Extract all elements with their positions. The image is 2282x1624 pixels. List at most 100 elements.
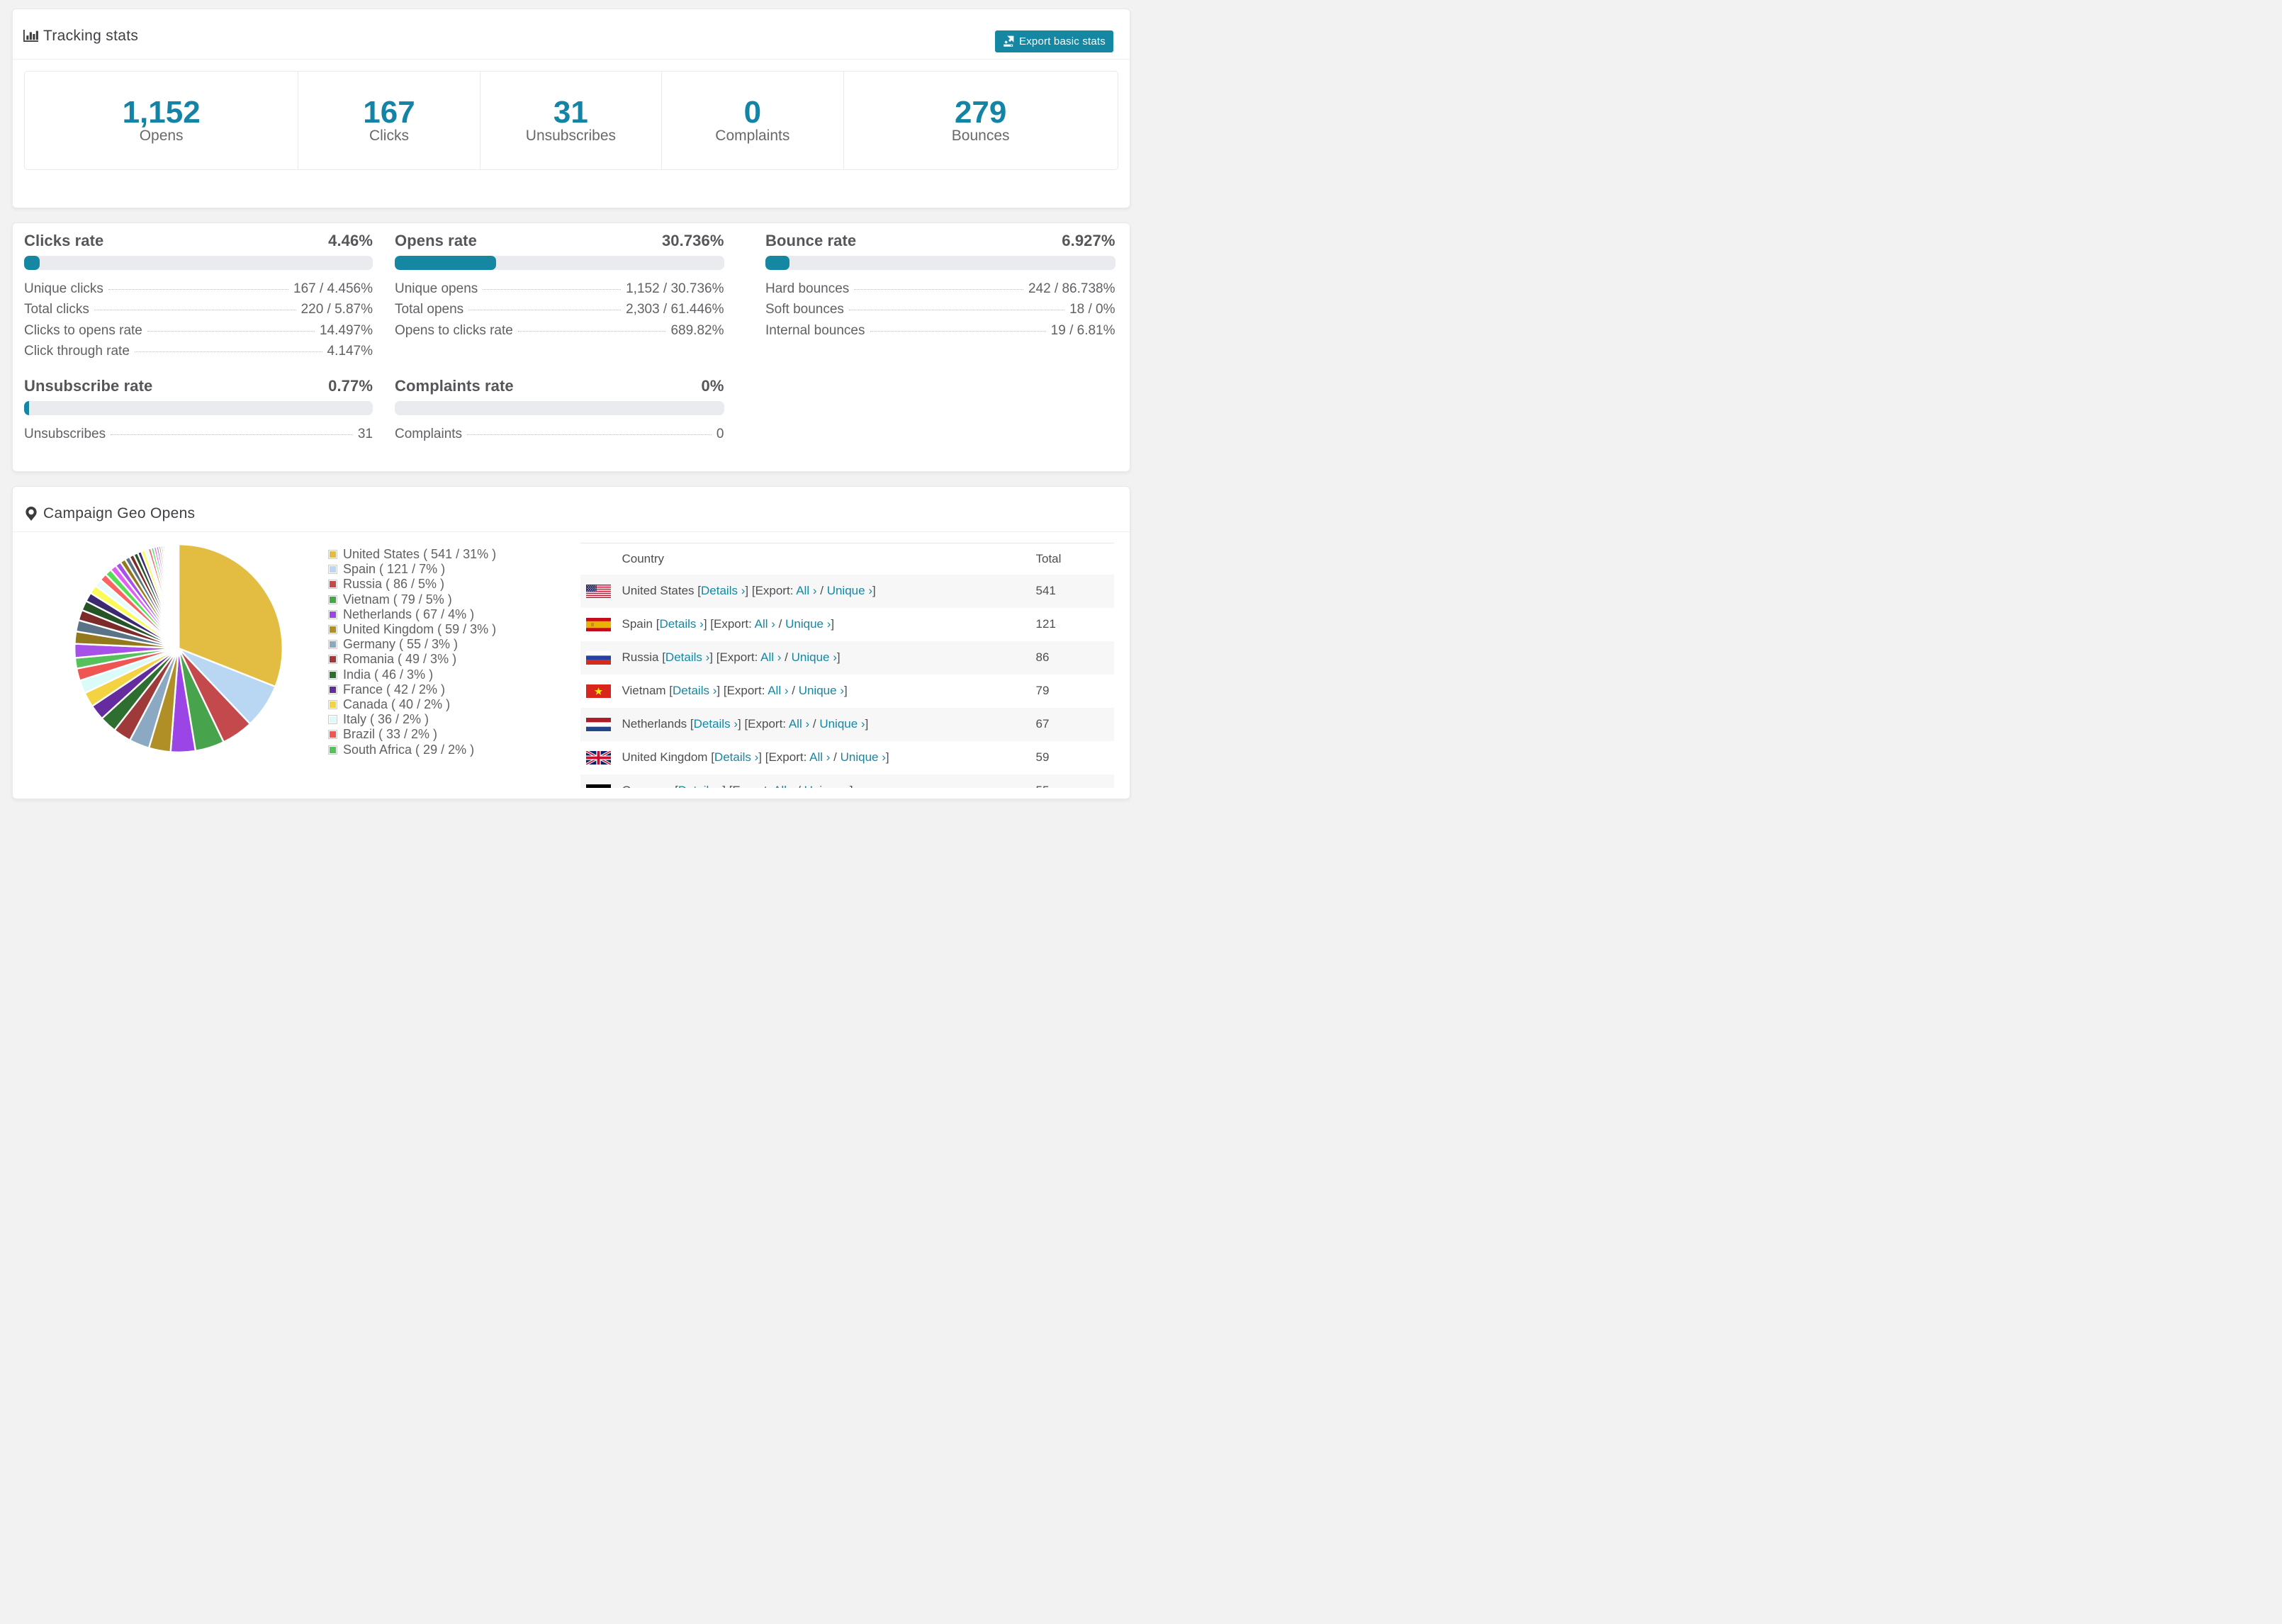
chevron-right-icon: ›: [734, 717, 738, 731]
divider: [13, 59, 1130, 60]
details-link[interactable]: Details ›: [714, 750, 758, 764]
chevron-right-icon: ›: [826, 750, 831, 764]
details-link[interactable]: Details ›: [701, 584, 745, 597]
geo-opens-header: Campaign Geo Opens: [13, 487, 1130, 531]
stat-value: 0: [743, 94, 762, 130]
rate-row-value: 242 / 86.738%: [1028, 281, 1115, 296]
export-all-link[interactable]: All ›: [768, 684, 788, 697]
legend-swatch: [328, 580, 337, 590]
details-link[interactable]: Details ›: [673, 684, 716, 697]
export-unique-link[interactable]: Unique ›: [792, 650, 837, 664]
country-name: Netherlands: [622, 717, 687, 731]
export-unique-link[interactable]: Unique ›: [827, 584, 872, 597]
country-name: Spain: [622, 617, 653, 631]
progress-bar: [395, 400, 724, 415]
rate-row: Hard bounces 242 / 86.738%: [765, 278, 1115, 300]
legend-swatch: [328, 670, 337, 680]
export-unique-link[interactable]: Unique ›: [799, 684, 844, 697]
details-link-label: Details: [673, 684, 709, 697]
country-name: Vietnam: [622, 684, 666, 697]
geo-table-head: Country Total: [580, 543, 1114, 575]
table-header-flag: [580, 543, 617, 575]
table-header-total: Total: [1035, 551, 1062, 565]
rate-row-label: Hard bounces: [765, 281, 850, 296]
stat-label: Unsubscribes: [525, 128, 617, 145]
export-all-link[interactable]: All ›: [755, 617, 775, 631]
legend-label: Vietnam ( 79 / 5% ): [343, 592, 452, 607]
details-link[interactable]: Details ›: [659, 617, 703, 631]
geo-table-row-us: United States [Details ›] [Export: All ›…: [580, 574, 1114, 608]
rate-row-label: Internal bounces: [765, 322, 865, 338]
flag-cell: [580, 574, 617, 608]
export-all-link[interactable]: All ›: [789, 717, 809, 731]
details-link-label: Details: [678, 784, 715, 788]
rate-title-row: Opens rate 30.736%: [395, 231, 724, 251]
rate-row-label: Complaints: [395, 426, 463, 441]
legend-label: Canada ( 40 / 2% ): [343, 697, 451, 711]
dotted-leader: [467, 434, 712, 435]
rate-block-clicks-rate: Clicks rate 4.46% Unique clicks 167 / 4.456…: [24, 231, 373, 362]
unique-link-label: Unique: [791, 650, 830, 664]
dotted-leader: [870, 330, 1046, 332]
legend-label: Romania ( 49 / 3% ): [343, 652, 457, 667]
geo-table-row-gb: United Kingdom [Details ›] [Export: All …: [580, 741, 1114, 774]
export-label: Export:: [748, 717, 787, 731]
rate-title: Unsubscribe rate: [24, 376, 153, 395]
stat-bounces: 279 Bounces: [844, 72, 1118, 169]
rates-card: Clicks rate 4.46% Unique clicks 167 / 4.456…: [12, 222, 1130, 472]
rate-title: Bounce rate: [765, 231, 857, 249]
stat-label: Opens: [139, 128, 184, 145]
details-link[interactable]: Details ›: [678, 784, 722, 788]
export-unique-link[interactable]: Unique ›: [804, 784, 850, 788]
unique-link-label: Unique: [826, 584, 865, 597]
tracking-stats-card: Tracking stats Export basic stats 1,152 O…: [12, 9, 1130, 208]
chevron-right-icon: ›: [790, 784, 794, 788]
progress-bar: [24, 400, 373, 415]
rate-block-bounce-rate: Bounce rate 6.927% Hard bounces 242 / 86.73…: [765, 231, 1115, 362]
rate-block-complaints-rate: Complaints rate 0% Complaints 0: [395, 376, 724, 445]
chevron-right-icon: ›: [805, 717, 810, 731]
export-basic-stats-button[interactable]: Export basic stats: [995, 30, 1113, 52]
rate-title-row: Clicks rate 4.46%: [24, 231, 373, 251]
chevron-right-icon: ›: [833, 650, 837, 664]
rate-title-row: Bounce rate 6.927%: [765, 231, 1115, 251]
details-link[interactable]: Details ›: [665, 650, 709, 664]
details-link-label: Details: [659, 617, 697, 631]
progress-bar: [395, 255, 724, 270]
geo-table-row-es: Spain [Details ›] [Export: All › / Uniqu…: [580, 608, 1114, 641]
legend-item: Canada ( 40 / 2% ): [328, 697, 496, 712]
chevron-right-icon: ›: [705, 650, 710, 664]
export-label: Export:: [726, 684, 765, 697]
export-unique-link[interactable]: Unique ›: [785, 617, 831, 631]
stat-value: 167: [363, 94, 415, 130]
rate-row-label: Unsubscribes: [24, 426, 106, 441]
flag-cell: [580, 675, 617, 708]
map-marker-icon-svg: [26, 506, 37, 521]
export-all-link[interactable]: All ›: [760, 650, 781, 664]
stats-summary-box: 1,152 Opens 167 Clicks 31 Unsubscribes 0 Compla…: [24, 71, 1118, 170]
export-all-link[interactable]: All ›: [773, 784, 794, 788]
rate-row-value: 2,303 / 61.446%: [626, 302, 724, 317]
export-unique-link[interactable]: Unique ›: [819, 717, 865, 731]
flag-de-icon: [585, 784, 611, 788]
chevron-right-icon: ›: [777, 650, 782, 664]
chevron-right-icon: ›: [868, 584, 872, 597]
country-cell: United Kingdom [Details ›] [Export: All …: [622, 750, 889, 764]
export-unique-link[interactable]: Unique ›: [841, 750, 886, 764]
dotted-leader: [517, 330, 666, 332]
export-all-link[interactable]: All ›: [796, 584, 816, 597]
details-link[interactable]: Details ›: [694, 717, 738, 731]
rate-row-value: 689.82%: [670, 322, 724, 338]
rate-row: Total opens 2,303 / 61.446%: [395, 299, 724, 320]
geo-table-row-nl: Netherlands [Details ›] [Export: All › /…: [580, 707, 1114, 741]
geo-table: Country Total United States [Details ›] …: [580, 543, 1114, 788]
export-all-link[interactable]: All ›: [809, 750, 830, 764]
rate-row: Unsubscribes 31: [24, 424, 373, 445]
country-total: 59: [1035, 750, 1050, 764]
export-button-label: Export basic stats: [1019, 35, 1106, 47]
unique-link-label: Unique: [840, 750, 879, 764]
country-cell: United States [Details ›] [Export: All ›…: [616, 574, 1036, 608]
legend-item: Russia ( 86 / 5% ): [328, 577, 496, 592]
rate-row: Internal bounces 19 / 6.81%: [765, 320, 1115, 342]
export-label: Export:: [732, 784, 770, 788]
